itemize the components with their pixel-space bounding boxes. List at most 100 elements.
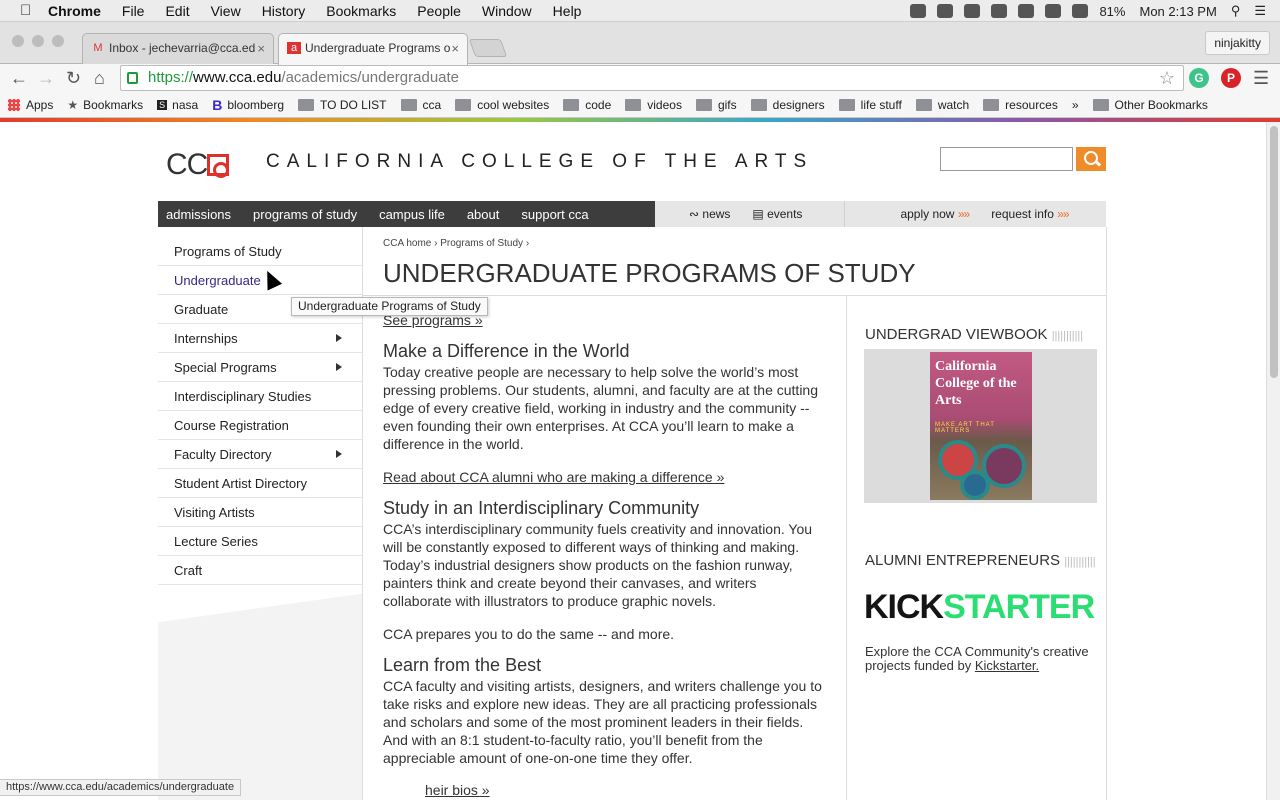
menu-people[interactable]: People [417,3,461,19]
sidebar-item-craft[interactable]: Craft [158,556,362,585]
nav-programs[interactable]: programs of study [253,207,357,222]
close-tab-icon[interactable]: × [257,34,265,63]
bookmark-life-stuff[interactable]: life stuff [838,98,902,112]
nav-events[interactable]: ▤ events [752,207,802,221]
wifi-icon[interactable] [1045,4,1062,18]
bookmark-nasa[interactable]: Snasa [157,98,198,112]
sidebar-item-special-programs[interactable]: Special Programs [158,353,362,382]
scrollbar-thumb[interactable] [1270,126,1278,378]
folder-icon [915,98,932,111]
notification-icon[interactable] [991,4,1008,18]
menu-app-name[interactable]: Chrome [48,3,101,19]
chrome-menu-icon[interactable]: ☰ [1253,68,1269,88]
bookmark-star-icon[interactable]: ☆ [1159,66,1175,90]
airport-icon[interactable] [937,4,954,18]
menu-help[interactable]: Help [553,3,582,19]
tab-inbox[interactable]: M Inbox - jechevarria@cca.ed × [82,33,274,64]
chevron-right-icon [336,334,342,342]
volume-icon[interactable] [1072,4,1089,18]
close-tab-icon[interactable]: × [451,34,459,63]
site-title[interactable]: CALIFORNIA COLLEGE OF THE ARTS [266,151,813,173]
new-tab-button[interactable] [468,39,508,57]
minimize-window-button[interactable] [32,35,44,47]
section-body: CCA’s interdisciplinary community fuels … [383,521,813,609]
folder-icon [695,98,712,111]
sidebar-item-faculty-directory[interactable]: Faculty Directory [158,440,362,469]
sidebar-item-visiting-artists[interactable]: Visiting Artists [158,498,362,527]
gmail-icon: M [93,42,103,54]
menu-file[interactable]: File [122,3,145,19]
home-icon[interactable]: ⌂ [94,68,105,88]
nav-news[interactable]: ∾ news [689,207,730,221]
time-machine-icon[interactable] [1018,4,1035,18]
menu-window[interactable]: Window [482,3,532,19]
alumni-link[interactable]: Read about CCA alumni who are making a d… [383,468,828,486]
sidebar-item-programs-of-study[interactable]: Programs of Study [158,237,362,266]
bookmark-gifs[interactable]: gifs [695,98,737,112]
notification-center-icon[interactable]: ☰ [1254,3,1266,19]
pinterest-icon[interactable]: P [1221,68,1241,88]
folder-icon [298,98,315,111]
bookmark-bloomberg[interactable]: Bbloomberg [212,97,284,113]
profile-button[interactable]: ninjakitty [1205,31,1270,55]
search-input[interactable] [940,147,1073,171]
bookmark-code[interactable]: code [563,98,611,112]
viewbook-cover[interactable]: California College of the Arts MAKE ART … [930,352,1032,500]
address-bar[interactable]: https://www.cca.edu/academics/undergradu… [120,65,1184,91]
bookmark-apps[interactable]: Apps [8,98,53,112]
reload-icon[interactable]: ↻ [66,68,81,88]
sidebar-item-internships[interactable]: Internships [158,324,362,353]
bookmark-cool-websites[interactable]: cool websites [455,98,549,112]
grammarly-icon[interactable]: G [1189,68,1209,88]
nav-campus-life[interactable]: campus life [379,207,445,222]
bookmark-cca[interactable]: cca [400,98,441,112]
sidebar-item-student-artist-directory[interactable]: Student Artist Directory [158,469,362,498]
battery-percent[interactable]: 81% [1099,4,1125,19]
nav-divider [844,201,845,227]
bios-link[interactable]: heir bios » [425,781,870,799]
folder-icon [455,98,472,111]
bookmark-resources[interactable]: resources [983,98,1058,112]
sidebar-item-interdisciplinary[interactable]: Interdisciplinary Studies [158,382,362,411]
sidebar-slant [158,585,363,630]
spotlight-icon[interactable]: ⚲ [1231,3,1241,19]
creative-cloud-icon[interactable] [910,4,927,18]
nav-request-info[interactable]: request info »» [991,207,1069,221]
zoom-window-button[interactable] [52,35,64,47]
kickstarter-logo[interactable]: KICKSTARTER [864,588,1095,627]
close-window-button[interactable] [12,35,24,47]
breadcrumb[interactable]: CCA home › Programs of Study › [383,238,529,249]
clock[interactable]: Mon 2:13 PM [1139,4,1216,19]
sidebar-item-lecture-series[interactable]: Lecture Series [158,527,362,556]
bookmark-designers[interactable]: designers [750,98,825,112]
nav-admissions[interactable]: admissions [166,207,231,222]
bookmark-videos[interactable]: videos [625,98,682,112]
menu-bookmarks[interactable]: Bookmarks [326,3,396,19]
menu-edit[interactable]: Edit [165,3,189,19]
back-icon[interactable]: ← [10,68,28,88]
page-scrollbar[interactable] [1266,122,1280,800]
apple-icon[interactable]:  [20,2,36,19]
bookmark-watch[interactable]: watch [915,98,969,112]
kickstarter-link[interactable]: Kickstarter. [975,658,1039,673]
sidebar-item-undergraduate[interactable]: Undergraduate [158,266,362,295]
sidebar-item-course-registration[interactable]: Course Registration [158,411,362,440]
nav-support[interactable]: support cca [521,207,588,222]
nav-about[interactable]: about [467,207,500,222]
bookmark-bookmarks[interactable]: ★ Bookmarks [67,98,143,112]
cca-logo[interactable]: CC [166,148,230,182]
dropbox-icon[interactable] [964,4,981,18]
forward-icon[interactable]: → [37,68,55,88]
bookmark-todo[interactable]: TO DO LIST [298,98,387,112]
menu-history[interactable]: History [262,3,306,19]
search-button[interactable] [1076,147,1106,171]
section-heading: Learn from the Best [383,655,542,675]
tab-strip: M Inbox - jechevarria@cca.ed × a Undergr… [0,22,1280,65]
bookmark-other[interactable]: Other Bookmarks [1092,98,1208,112]
tab-undergraduate[interactable]: a Undergraduate Programs o × [278,33,468,65]
window-controls [12,35,72,47]
bookmarks-overflow[interactable]: » [1072,98,1079,112]
calendar-icon: ▤ [752,207,768,221]
menu-view[interactable]: View [211,3,241,19]
nav-apply-now[interactable]: apply now »» [900,207,970,221]
